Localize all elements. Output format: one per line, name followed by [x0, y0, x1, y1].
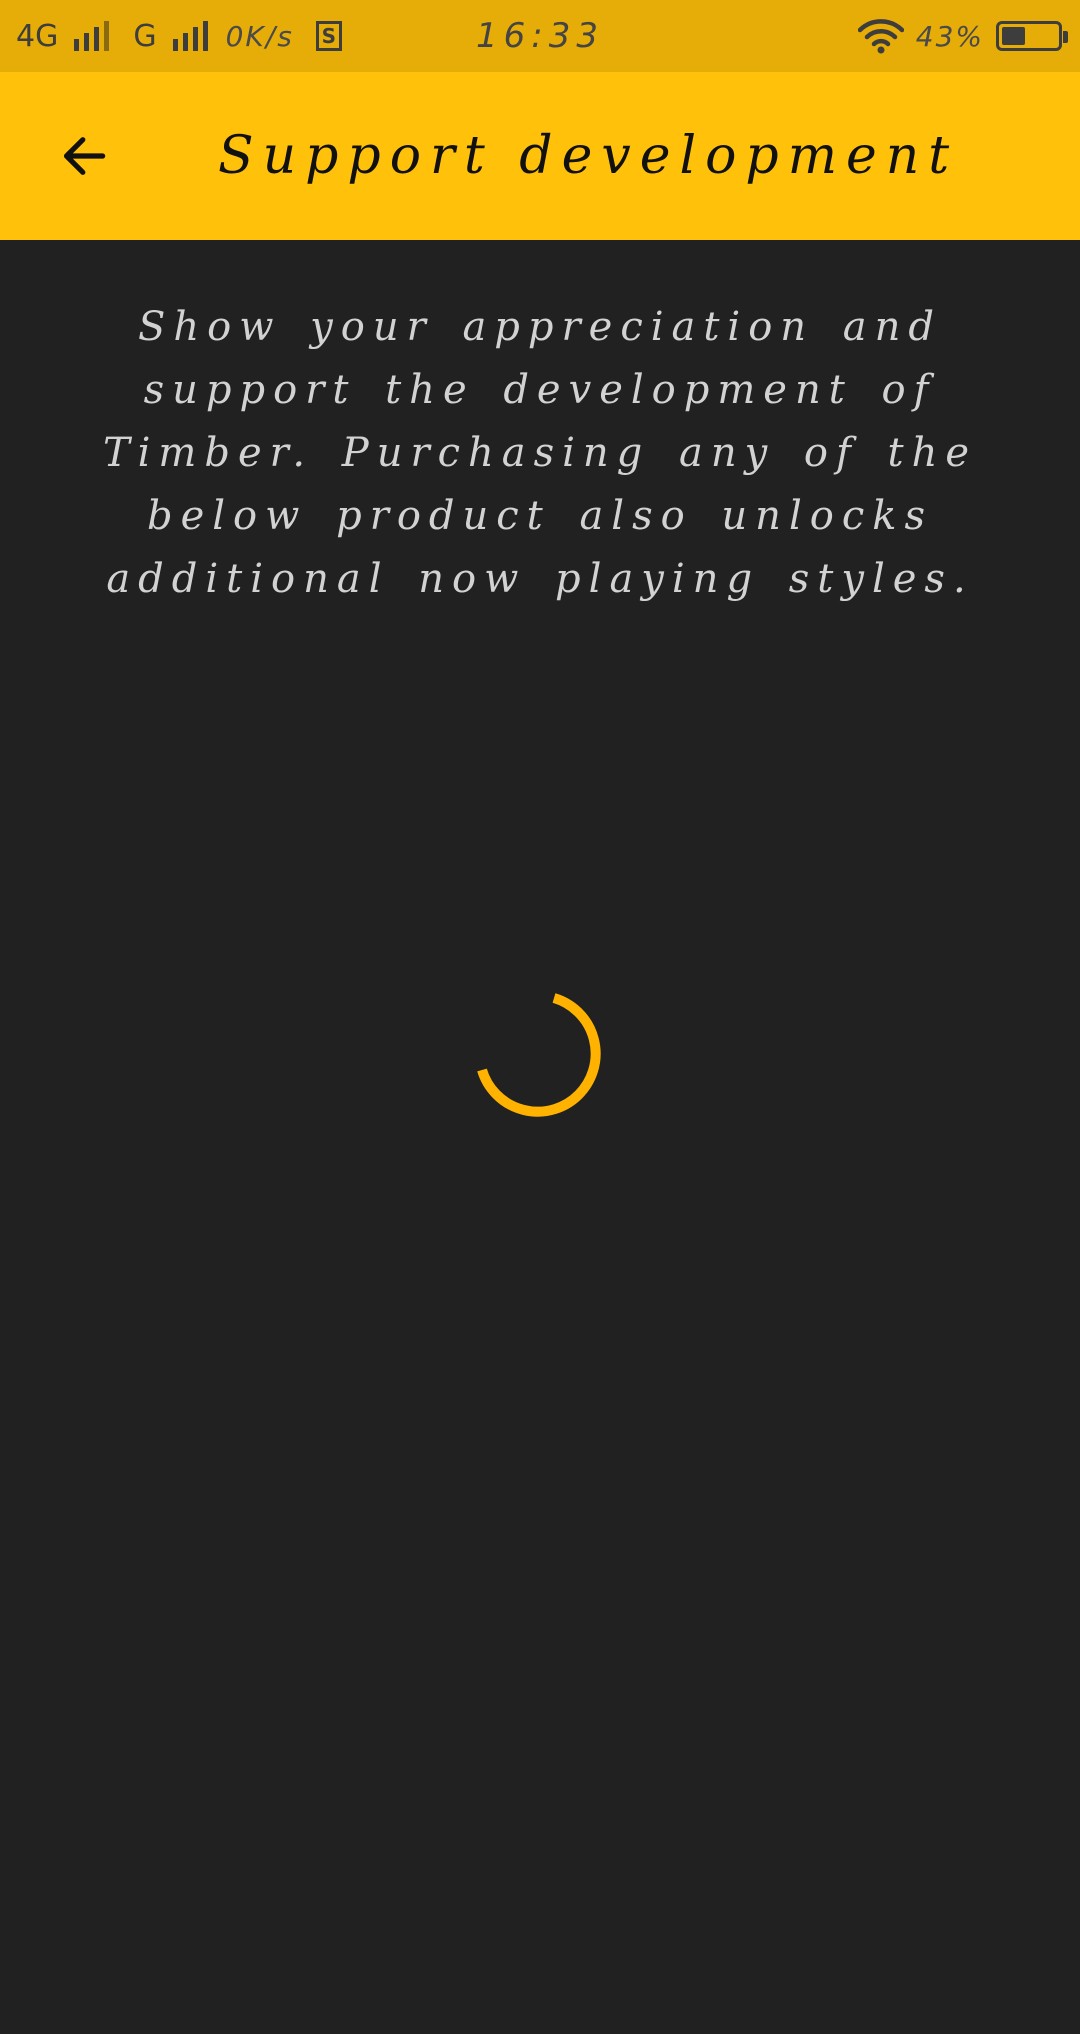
signal-strength-icon [172, 21, 208, 51]
loading-spinner-icon [477, 993, 601, 1117]
page-title: Support development [218, 126, 959, 186]
wifi-icon [857, 19, 904, 54]
status-bar-right: 43% [857, 0, 1068, 72]
battery-percent: 43% [915, 19, 984, 53]
status-bar: 4G G 0K/s S 16:33 43% [0, 0, 1080, 72]
battery-cap [1063, 31, 1068, 43]
network-speed: 0K/s [225, 19, 294, 53]
arrow-left-icon [63, 137, 106, 175]
sim-card-icon: S [315, 21, 342, 51]
network-type-primary: 4G [16, 18, 59, 54]
app-bar: Support development [0, 72, 1080, 240]
sim-label: S [321, 24, 336, 48]
status-bar-left: 4G G 0K/s S [16, 0, 342, 72]
battery-level [1002, 27, 1026, 45]
network-type-secondary: G [133, 18, 157, 54]
signal-strength-icon [74, 21, 110, 51]
support-description: Show your appreciation and support the d… [102, 304, 978, 602]
back-button[interactable] [44, 116, 124, 196]
battery-icon [996, 21, 1068, 51]
